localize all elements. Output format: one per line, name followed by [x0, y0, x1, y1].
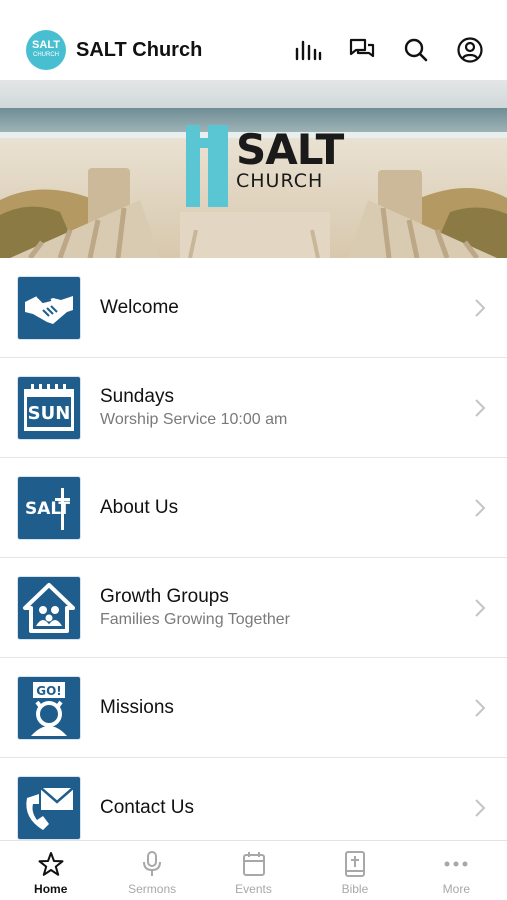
menu-item-welcome[interactable]: Welcome — [0, 258, 507, 358]
banner-title: SALT — [236, 125, 344, 174]
tab-home[interactable]: Home — [0, 841, 101, 900]
menu-item-title: Missions — [100, 697, 174, 718]
tab-events[interactable]: Events — [203, 841, 304, 900]
tab-bible[interactable]: Bible — [304, 841, 405, 900]
chat-icon[interactable] — [347, 35, 377, 65]
microphone-icon — [139, 851, 165, 877]
menu-item-title: Growth Groups — [100, 585, 229, 607]
profile-icon[interactable] — [455, 35, 485, 65]
menu-item-title: Contact Us — [100, 797, 194, 818]
tab-label: Sermons — [128, 882, 177, 896]
bottom-tab-bar: Home Sermons Events Bible More — [0, 840, 507, 900]
menu-item-subtitle: Worship Service 10:00 am — [100, 410, 288, 428]
bible-icon — [342, 851, 368, 877]
calendar-sun-icon: SUN — [18, 376, 80, 439]
logo-subtext: CHURCH — [33, 52, 59, 58]
calendar-sun-text: SUN — [28, 403, 71, 424]
chevron-right-icon — [475, 299, 486, 317]
menu-item-subtitle: Families Growing Together — [100, 610, 291, 628]
tab-label: More — [442, 882, 470, 896]
menu-item-title: Welcome — [100, 297, 179, 318]
tab-label: Events — [235, 882, 272, 896]
church-logo: SALT CHURCH — [26, 30, 66, 70]
house-family-icon — [18, 576, 80, 639]
menu-item-about-us[interactable]: SALT About Us — [0, 458, 507, 558]
handshake-icon — [18, 276, 80, 339]
salt-logo-icon: SALT — [18, 476, 80, 539]
calendar-icon — [241, 851, 267, 877]
menu-item-title: Sundays — [100, 385, 174, 407]
star-icon — [38, 851, 64, 877]
menu-list: Welcome SUN Sundays Worship Service 10:0… — [0, 258, 507, 858]
chevron-right-icon — [475, 699, 486, 717]
hero-banner: SALT CHURCH — [0, 80, 507, 258]
tab-label: Home — [34, 882, 68, 896]
menu-item-missions[interactable]: GO! Missions — [0, 658, 507, 758]
stats-icon[interactable] — [293, 35, 323, 65]
chevron-right-icon — [475, 799, 486, 817]
chevron-right-icon — [475, 599, 486, 617]
header-actions — [293, 35, 491, 65]
tab-label: Bible — [341, 882, 369, 896]
phone-mail-icon — [18, 776, 80, 839]
banner-logo-text: SALT CHURCH — [236, 125, 344, 193]
menu-item-sundays[interactable]: SUN Sundays Worship Service 10:00 am — [0, 358, 507, 458]
tab-more[interactable]: More — [406, 841, 507, 900]
go-sign-text: GO! — [36, 684, 62, 698]
chevron-right-icon — [475, 499, 486, 517]
more-dots-icon — [443, 851, 469, 877]
app-header: SALT CHURCH SALT Church — [0, 0, 507, 80]
menu-item-title: About Us — [100, 497, 179, 518]
menu-item-growth-groups[interactable]: Growth Groups Families Growing Together — [0, 558, 507, 658]
search-icon[interactable] — [401, 35, 431, 65]
app-title: SALT Church — [76, 38, 203, 61]
chevron-right-icon — [475, 399, 486, 417]
go-person-icon: GO! — [18, 676, 80, 739]
tab-sermons[interactable]: Sermons — [101, 841, 202, 900]
